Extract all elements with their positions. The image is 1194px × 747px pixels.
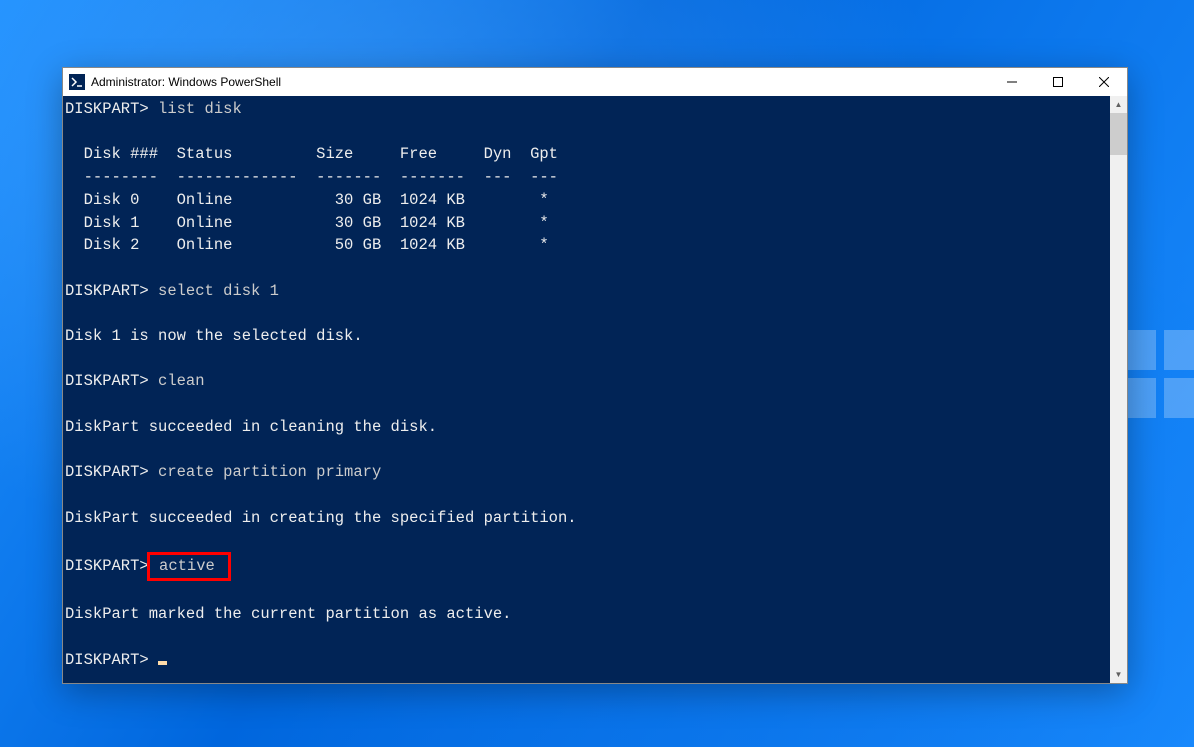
table-row: Disk 0 Online 30 GB 1024 KB * [65, 191, 549, 209]
scrollbar-thumb[interactable] [1110, 113, 1127, 155]
highlighted-command: active [147, 552, 231, 581]
terminal-cursor [158, 661, 167, 665]
command-select-disk: select disk 1 [158, 282, 279, 300]
diskpart-prompt: DISKPART> [65, 463, 149, 481]
vertical-scrollbar[interactable]: ▲ ▼ [1110, 96, 1127, 683]
maximize-button[interactable] [1035, 68, 1081, 96]
command-active: active [150, 557, 224, 575]
command-clean: clean [158, 372, 205, 390]
table-row: Disk 2 Online 50 GB 1024 KB * [65, 236, 549, 254]
powershell-icon [69, 74, 85, 90]
diskpart-prompt: DISKPART> [65, 372, 149, 390]
output-message: Disk 1 is now the selected disk. [65, 327, 363, 345]
table-header: Disk ### Status Size Free Dyn Gpt [65, 145, 558, 163]
terminal-output[interactable]: DISKPART> list disk Disk ### Status Size… [63, 96, 1110, 683]
diskpart-prompt: DISKPART> [65, 282, 149, 300]
table-separator: -------- ------------- ------- ------- -… [65, 168, 558, 186]
diskpart-prompt: DISKPART> [65, 651, 149, 669]
minimize-button[interactable] [989, 68, 1035, 96]
table-row: Disk 1 Online 30 GB 1024 KB * [65, 214, 549, 232]
scroll-up-icon[interactable]: ▲ [1110, 96, 1127, 113]
window-titlebar[interactable]: Administrator: Windows PowerShell [63, 68, 1127, 96]
window-controls [989, 68, 1127, 96]
scroll-down-icon[interactable]: ▼ [1110, 666, 1127, 683]
output-message: DiskPart succeeded in creating the speci… [65, 509, 577, 527]
command-create-partition: create partition primary [158, 463, 381, 481]
powershell-window: Administrator: Windows PowerShell DISKPA… [62, 67, 1128, 684]
diskpart-prompt: DISKPART> [65, 557, 149, 575]
diskpart-prompt: DISKPART> [65, 100, 149, 118]
output-message: DiskPart marked the current partition as… [65, 605, 511, 623]
output-message: DiskPart succeeded in cleaning the disk. [65, 418, 437, 436]
command-list-disk: list disk [158, 100, 242, 118]
window-title: Administrator: Windows PowerShell [91, 75, 989, 89]
close-button[interactable] [1081, 68, 1127, 96]
